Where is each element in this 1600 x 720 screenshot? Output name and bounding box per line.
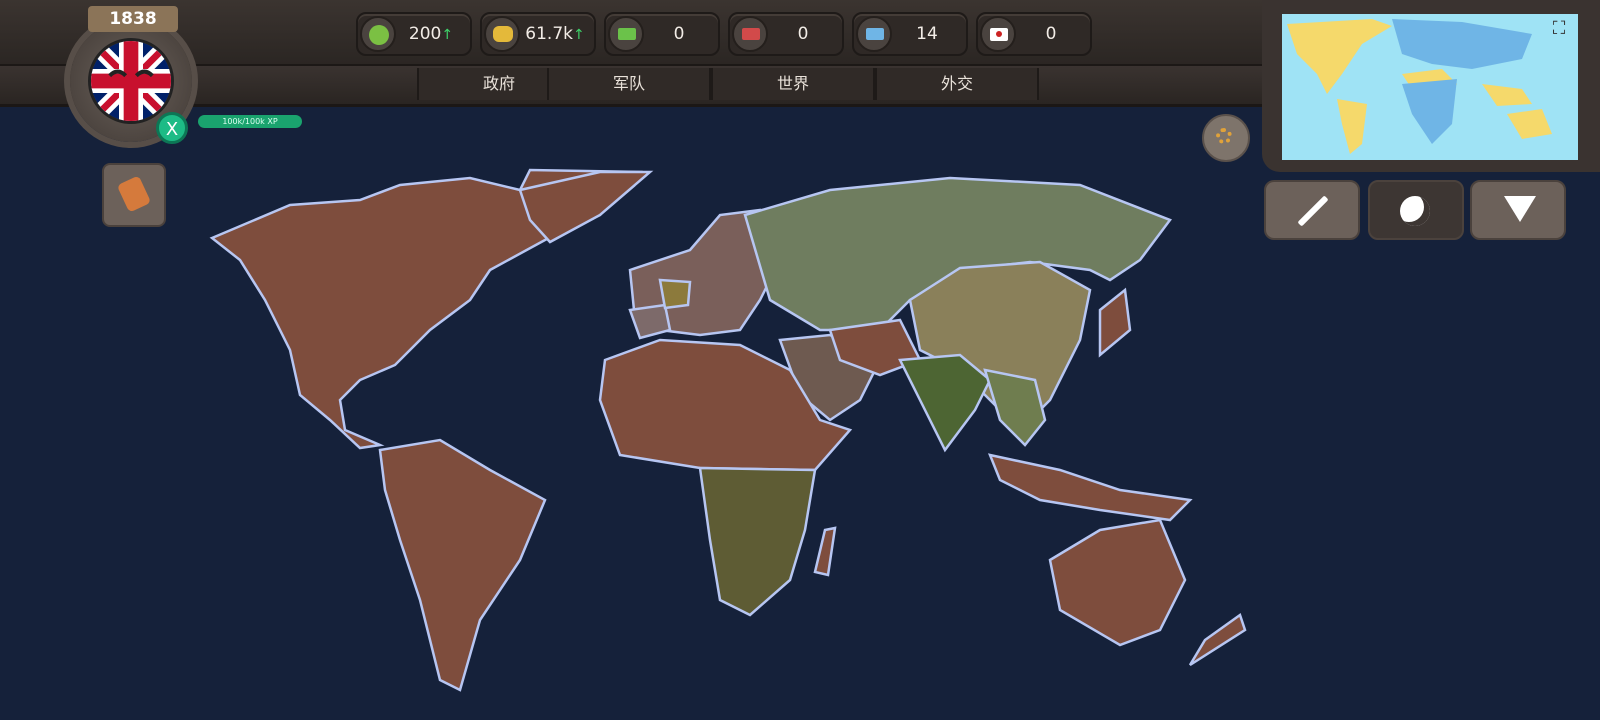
red-crown-icon (732, 16, 768, 52)
gold-coins-icon (484, 16, 520, 52)
flag-icon (980, 16, 1016, 52)
war-button[interactable] (1264, 180, 1360, 240)
region-indonesia[interactable] (987, 453, 1193, 522)
region-france[interactable] (658, 278, 692, 310)
gear-icon (1216, 128, 1232, 144)
year-banner: 1838 (88, 6, 178, 32)
region-iberia[interactable] (628, 303, 672, 340)
red-crown-value: 0 (797, 24, 809, 44)
world-map[interactable] (0, 104, 1260, 720)
gold-value: 61.7k (525, 24, 573, 44)
region-japan[interactable] (1098, 287, 1132, 358)
trend-up-icon: ↑ (441, 27, 454, 43)
resource-gold[interactable]: 61.7k↑ (480, 12, 596, 56)
resource-flag-alert[interactable]: 0 (976, 12, 1092, 56)
region-south-america[interactable] (378, 438, 547, 692)
resource-happiness[interactable]: 200↑ (356, 12, 472, 56)
diamond-icon (1504, 196, 1536, 222)
world-button[interactable] (1368, 180, 1464, 240)
green-crown-icon (608, 16, 644, 52)
xp-bar: 100k/100k XP (198, 115, 302, 128)
happiness-icon (360, 16, 396, 52)
x-button[interactable]: X (156, 112, 188, 144)
tab-diplomacy[interactable]: 外交 (875, 68, 1039, 100)
premium-button[interactable] (1470, 180, 1566, 240)
green-crown-value: 0 (673, 24, 685, 44)
resource-red-crown[interactable]: 0 (728, 12, 844, 56)
trend-up-icon: ↑ (572, 27, 585, 43)
region-madagascar[interactable] (813, 526, 837, 577)
resource-blue-crown[interactable]: 14 (852, 12, 968, 56)
region-india[interactable] (898, 353, 992, 453)
globe-icon (1400, 196, 1430, 226)
region-new-zealand[interactable] (1188, 612, 1247, 667)
flag-alert-value: 0 (1045, 24, 1057, 44)
region-africa-south[interactable] (698, 466, 817, 617)
happiness-value: 200 (408, 24, 442, 44)
settings-button[interactable] (1202, 114, 1250, 162)
blue-crown-value: 14 (916, 24, 938, 44)
sword-icon (1297, 195, 1329, 227)
region-australia[interactable] (1048, 518, 1187, 647)
scroll-icon (116, 175, 152, 213)
resource-green-crown[interactable]: 0 (604, 12, 720, 56)
tab-army[interactable]: 军队 (547, 68, 711, 100)
scroll-button[interactable] (102, 163, 166, 227)
region-southeast-asia[interactable] (983, 368, 1047, 447)
union-jack-flag-icon (88, 38, 174, 124)
expand-icon[interactable]: ⛶ (1550, 20, 1568, 38)
minimap[interactable]: ⛶ (1282, 14, 1578, 160)
tab-world[interactable]: 世界 (711, 68, 875, 100)
blue-crown-icon (856, 16, 892, 52)
